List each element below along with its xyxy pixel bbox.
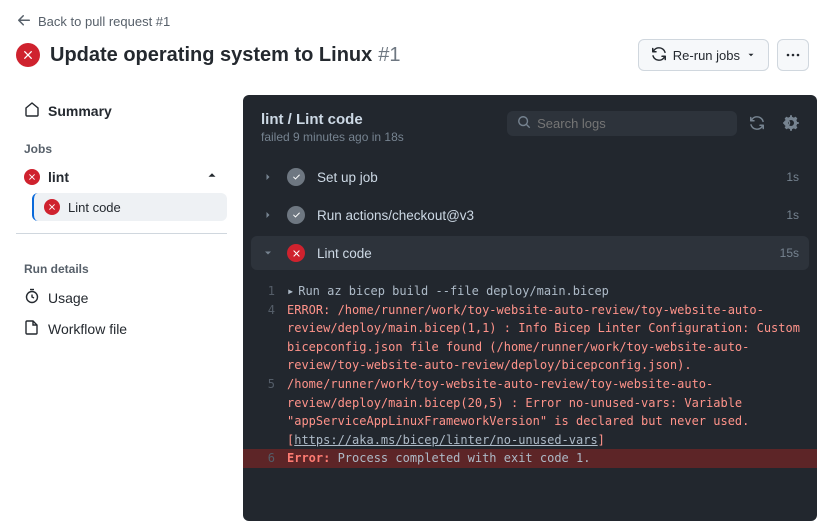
chevron-icon: [261, 247, 275, 259]
log-step-row[interactable]: Lint code 15s: [251, 236, 809, 270]
log-step-row[interactable]: Set up job 1s: [251, 160, 809, 194]
refresh-icon[interactable]: [749, 115, 765, 134]
run-details-heading: Run details: [16, 246, 227, 282]
search-input[interactable]: [537, 116, 727, 131]
gear-icon[interactable]: [779, 115, 799, 134]
back-link-label: Back to pull request #1: [38, 14, 170, 29]
step-title: Run actions/checkout@v3: [317, 208, 774, 223]
status-fail-icon: [16, 43, 40, 67]
page-title-text: Update operating system to Linux: [50, 44, 372, 67]
x-circle-icon: [44, 199, 60, 215]
step-title: Lint code: [317, 246, 768, 261]
sidebar-summary[interactable]: Summary: [16, 95, 227, 126]
chevron-icon: [261, 209, 275, 221]
log-step-row[interactable]: Run actions/checkout@v3 1s: [251, 198, 809, 232]
sidebar-job-label: lint: [48, 169, 69, 185]
sidebar-usage[interactable]: Usage: [16, 282, 227, 313]
log-line: 4ERROR: /home/runner/work/toy-website-au…: [243, 301, 817, 375]
check-circle-icon: [287, 168, 305, 186]
sidebar-job-lint[interactable]: lint: [16, 162, 227, 191]
issue-number: #1: [378, 44, 400, 67]
rerun-jobs-button[interactable]: Re-run jobs: [638, 39, 769, 71]
back-to-pr-link[interactable]: Back to pull request #1: [16, 12, 170, 31]
log-status-line: failed 9 minutes ago in 18s: [261, 130, 495, 144]
sidebar-step-lint-code[interactable]: Lint code: [32, 193, 227, 221]
file-icon: [24, 319, 40, 338]
x-circle-icon: [24, 169, 40, 185]
log-title: lint / Lint code: [261, 111, 495, 128]
sidebar-usage-label: Usage: [48, 290, 88, 306]
log-line: 1▸Run az bicep build --file deploy/main.…: [243, 282, 817, 301]
page-title: Update operating system to Linux #1: [50, 44, 401, 67]
jobs-heading: Jobs: [16, 126, 227, 162]
step-duration: 1s: [786, 208, 799, 222]
sidebar-summary-label: Summary: [48, 103, 112, 119]
sync-icon: [651, 46, 667, 65]
divider: [16, 233, 227, 234]
sidebar-workflow-label: Workflow file: [48, 321, 127, 337]
log-line: 6Error: Process completed with exit code…: [243, 449, 817, 468]
search-logs-wrap[interactable]: [507, 111, 737, 136]
log-line: 5/home/runner/work/toy-website-auto-revi…: [243, 375, 817, 449]
caret-right-icon: ▸: [287, 282, 294, 301]
chevron-icon: [261, 171, 275, 183]
x-circle-icon: [287, 244, 305, 262]
step-title: Set up job: [317, 170, 774, 185]
more-actions-button[interactable]: [777, 39, 809, 71]
check-circle-icon: [287, 206, 305, 224]
log-link[interactable]: https://aka.ms/bicep/linter/no-unused-va…: [294, 433, 597, 447]
rerun-label: Re-run jobs: [673, 48, 740, 63]
step-duration: 15s: [780, 246, 799, 260]
search-icon: [517, 115, 531, 132]
stopwatch-icon: [24, 288, 40, 307]
step-duration: 1s: [786, 170, 799, 184]
sidebar-step-label: Lint code: [68, 200, 121, 215]
arrow-left-icon: [16, 12, 32, 31]
chevron-up-icon: [205, 168, 219, 185]
home-icon: [24, 101, 40, 120]
caret-down-icon: [746, 48, 756, 63]
sidebar-workflow-file[interactable]: Workflow file: [16, 313, 227, 344]
